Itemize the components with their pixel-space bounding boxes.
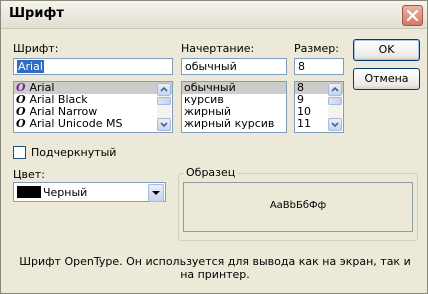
sample-legend: Образец [184,166,238,179]
scroll-thumb[interactable] [157,97,171,105]
font-list-item[interactable]: O Arial Unicode MS [14,118,172,130]
color-swatch [17,186,41,198]
font-description: Шрифт OpenType. Он используется для выво… [19,255,411,281]
color-select-value: Черный [43,186,88,199]
font-label: Шрифт: [13,42,59,55]
chevron-down-icon [160,122,168,128]
sample-group: Образец AaBbБбФф [178,166,418,241]
size-label: Размер: [294,42,339,55]
scroll-up-button[interactable] [157,83,171,96]
font-list[interactable]: O Arial O Arial Black O Arial Narrow O A… [13,81,173,133]
close-button[interactable] [402,5,423,26]
chevron-down-icon [152,191,160,195]
style-list[interactable]: обычный курсив жирный жирный курсив [181,81,287,133]
sample-preview: AaBbБбФф [183,182,413,232]
scroll-up-button[interactable] [328,83,342,96]
dialog-title: Шрифт [9,6,64,21]
font-input[interactable]: Arial [13,58,173,75]
scroll-down-button[interactable] [157,118,171,131]
opentype-icon: O [16,117,26,130]
style-list-item[interactable]: жирный курсив [182,118,286,130]
underline-label: Подчеркнутый [31,146,117,159]
ok-button[interactable]: OK [353,39,420,61]
color-label: Цвет: [13,168,45,181]
font-input-value: Arial [17,60,44,73]
close-icon [406,9,419,22]
chevron-down-icon [331,122,339,128]
size-list-scrollbar[interactable] [328,83,342,131]
scroll-down-button[interactable] [328,118,342,131]
chevron-up-icon [331,86,339,92]
style-label: Начертание: [181,42,255,55]
scroll-thumb[interactable] [328,97,342,105]
font-dialog: Шрифт Шрифт: Arial O Arial O Arial Black… [0,0,428,294]
size-input[interactable]: 8 [294,58,344,75]
color-dropdown-button[interactable] [148,184,164,202]
chevron-up-icon [160,86,168,92]
cancel-button[interactable]: Отмена [353,68,420,90]
style-input[interactable]: обычный [181,58,287,75]
title-bar[interactable]: Шрифт [1,1,427,29]
size-list[interactable]: 8 9 10 11 [294,81,344,133]
font-list-scrollbar[interactable] [157,83,171,131]
sample-text: AaBbБбФф [269,200,327,211]
underline-checkbox[interactable] [13,146,26,159]
color-select[interactable]: Черный [13,182,166,202]
